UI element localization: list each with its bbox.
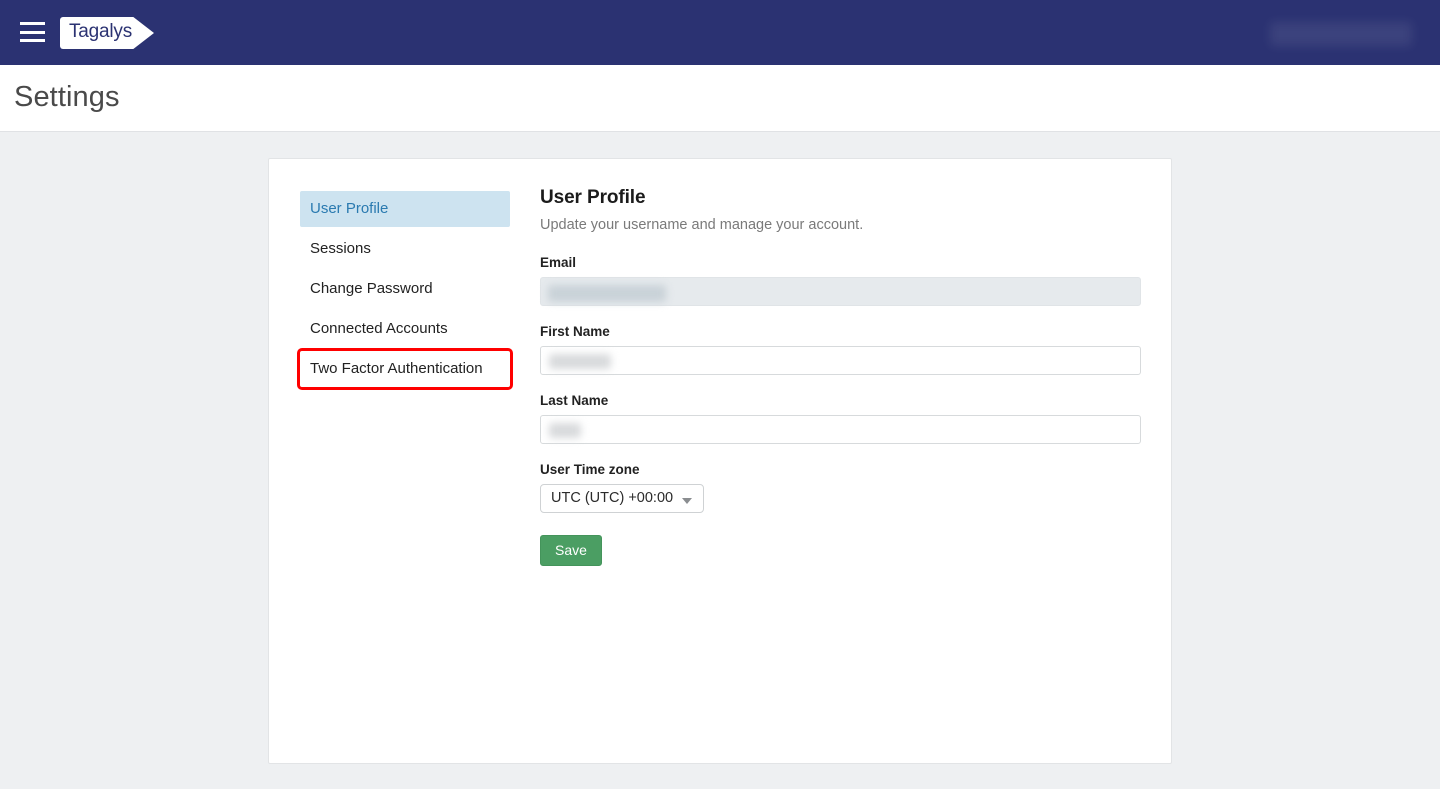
settings-card: User Profile Sessions Change Password Co… (268, 158, 1172, 764)
sidebar-item-connected-accounts[interactable]: Connected Accounts (300, 311, 510, 347)
panel-heading: User Profile (540, 187, 646, 208)
hamburger-menu-icon[interactable] (20, 22, 45, 42)
hamburger-bar-3 (20, 39, 45, 42)
timezone-selected-value: UTC (UTC) +00:00 (551, 490, 674, 506)
last-name-field-group: Last Name (540, 393, 1142, 444)
hamburger-bar-2 (20, 30, 45, 34)
email-field[interactable] (540, 277, 1141, 306)
chevron-down-icon (682, 498, 693, 504)
timezone-field-group: User Time zone UTC (UTC) +00:00 (540, 462, 1142, 513)
last-name-label: Last Name (540, 393, 609, 408)
sidebar-item-sessions[interactable]: Sessions (300, 231, 510, 267)
sidebar-item-two-factor-authentication[interactable]: Two Factor Authentication (297, 348, 513, 390)
email-field-group: Email (540, 255, 1142, 306)
email-label: Email (540, 255, 577, 270)
panel-description: Update your username and manage your acc… (540, 217, 864, 233)
hamburger-bar-1 (20, 22, 45, 25)
page-title-bar: Settings (0, 65, 1440, 132)
timezone-label: User Time zone (540, 462, 640, 477)
first-name-field-group: First Name (540, 324, 1142, 375)
last-name-field[interactable] (540, 415, 1141, 444)
settings-nav: User Profile Sessions Change Password Co… (297, 191, 513, 391)
account-menu-redacted[interactable] (1270, 22, 1412, 46)
logo-text: Tagalys (69, 21, 133, 42)
save-button[interactable]: Save (540, 535, 602, 566)
tagalys-logo[interactable]: Tagalys (60, 17, 154, 49)
timezone-select[interactable]: UTC (UTC) +00:00 (540, 484, 705, 513)
first-name-field[interactable] (540, 346, 1141, 375)
sidebar-item-user-profile[interactable]: User Profile (300, 191, 510, 227)
top-navigation-bar: Tagalys (0, 0, 1440, 65)
first-name-label: First Name (540, 324, 610, 339)
sidebar-item-change-password[interactable]: Change Password (300, 271, 510, 307)
user-profile-panel: User Profile Update your username and ma… (540, 187, 1142, 566)
page-title: Settings (14, 81, 120, 113)
